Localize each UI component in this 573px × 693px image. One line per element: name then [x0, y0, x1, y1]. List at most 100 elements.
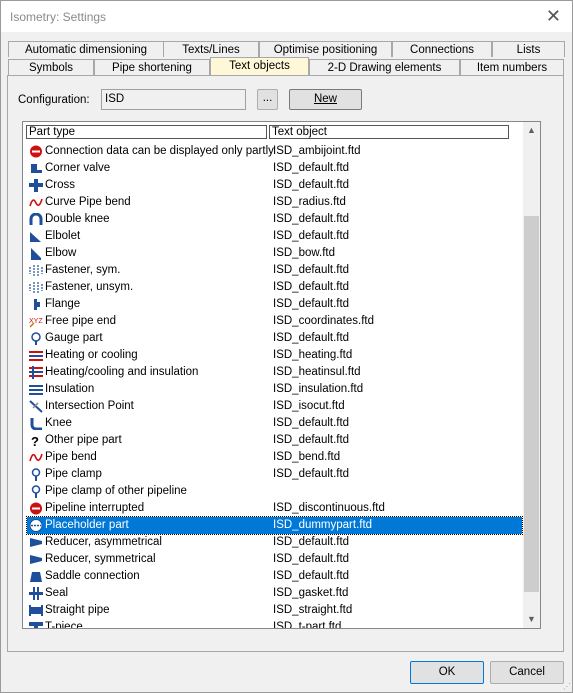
text-object-cell: ISD_isocut.ftd: [273, 400, 345, 412]
list-item[interactable]: T-piece ISD_t-part.ftd: [27, 619, 522, 629]
tab-symbols[interactable]: Symbols: [8, 59, 94, 75]
part-type-cell: Connection data can be displayed only pa…: [45, 145, 274, 157]
list-item[interactable]: Heating or cooling ISD_heating.ftd: [27, 347, 522, 364]
scroll-thumb[interactable]: [524, 216, 539, 592]
list-item[interactable]: Intersection Point ISD_isocut.ftd: [27, 398, 522, 415]
text-object-cell: ISD_default.ftd: [273, 281, 350, 293]
tab-connections[interactable]: Connections: [392, 41, 492, 57]
list-item[interactable]: Insulation ISD_insulation.ftd: [27, 381, 522, 398]
part-type-list[interactable]: Part type Text object Connection data ca…: [22, 121, 541, 629]
flange-icon: [29, 298, 43, 311]
tab-pipe-shortening[interactable]: Pipe shortening: [94, 59, 210, 75]
list-item[interactable]: Cross ISD_default.ftd: [27, 177, 522, 194]
new-button[interactable]: New: [289, 89, 362, 110]
list-item[interactable]: Fastener, sym. ISD_default.ftd: [27, 262, 522, 279]
pipe-clamp-icon: [29, 485, 43, 498]
close-icon[interactable]: ✕: [546, 6, 561, 26]
part-type-cell: Pipe clamp of other pipeline: [45, 485, 187, 497]
list-item[interactable]: Saddle connection ISD_default.ftd: [27, 568, 522, 585]
part-type-cell: Fastener, sym.: [45, 264, 121, 276]
column-header-text-object[interactable]: Text object: [269, 125, 509, 139]
list-item[interactable]: Gauge part ISD_default.ftd: [27, 330, 522, 347]
list-item[interactable]: Elbolet ISD_default.ftd: [27, 228, 522, 245]
list-item[interactable]: Pipe clamp of other pipeline: [27, 483, 522, 500]
saddle-icon: [29, 570, 43, 583]
list-item[interactable]: Pipe clamp ISD_default.ftd: [27, 466, 522, 483]
text-object-cell: ISD_heating.ftd: [273, 349, 353, 361]
list-item[interactable]: Elbow ISD_bow.ftd: [27, 245, 522, 262]
browse-button[interactable]: ...: [257, 89, 278, 110]
cross-icon: [29, 179, 43, 192]
configuration-field[interactable]: ISD: [101, 89, 246, 110]
gauge-icon: [29, 332, 43, 345]
part-type-cell: Knee: [45, 417, 72, 429]
list-item[interactable]: Pipe bend ISD_bend.ftd: [27, 449, 522, 466]
column-header-part-type[interactable]: Part type: [26, 125, 267, 139]
text-object-cell: ISD_default.ftd: [273, 213, 350, 225]
part-type-cell: Corner valve: [45, 162, 111, 174]
tab-optimise-positioning[interactable]: Optimise positioning: [259, 41, 392, 57]
cancel-button[interactable]: Cancel: [490, 661, 564, 684]
list-item[interactable]: XYZ Free pipe end ISD_coordinates.ftd: [27, 313, 522, 330]
resize-grip-icon[interactable]: ⋰: [563, 682, 571, 691]
tee-icon: [29, 621, 43, 628]
list-item[interactable]: Placeholder part ISD_dummypart.ftd: [26, 516, 523, 535]
placeholder-icon: [29, 519, 43, 532]
list-item[interactable]: Reducer, asymmetrical ISD_default.ftd: [27, 534, 522, 551]
tab-texts-lines[interactable]: Texts/Lines: [163, 41, 259, 57]
tab-lists[interactable]: Lists: [492, 41, 565, 57]
elbolet-icon: [29, 230, 43, 243]
svg-text:XYZ: XYZ: [29, 318, 43, 325]
text-object-cell: ISD_default.ftd: [273, 417, 350, 429]
list-item[interactable]: ? Other pipe part ISD_default.ftd: [27, 432, 522, 449]
title-bar: Isometry: Settings ✕: [1, 1, 572, 32]
scroll-up-icon[interactable]: ▲: [523, 122, 540, 139]
text-object-cell: ISD_default.ftd: [273, 434, 350, 446]
tab-item-numbers[interactable]: Item numbers: [460, 59, 564, 75]
heating-insul-icon: [29, 366, 43, 379]
window-title: Isometry: Settings: [10, 10, 107, 24]
list-item[interactable]: Curve Pipe bend ISD_radius.ftd: [27, 194, 522, 211]
svg-text:?: ?: [31, 434, 39, 447]
pipe-end-icon: XYZ: [29, 315, 43, 328]
list-item[interactable]: Seal ISD_gasket.ftd: [27, 585, 522, 602]
list-item[interactable]: Reducer, symmetrical ISD_default.ftd: [27, 551, 522, 568]
list-item[interactable]: Flange ISD_default.ftd: [27, 296, 522, 313]
scroll-down-icon[interactable]: ▼: [523, 611, 540, 628]
part-type-cell: Double knee: [45, 213, 110, 225]
list-item[interactable]: Double knee ISD_default.ftd: [27, 211, 522, 228]
seal-icon: [29, 587, 43, 600]
configuration-label: Configuration:: [18, 94, 90, 106]
list-item[interactable]: Connection data can be displayed only pa…: [27, 143, 522, 160]
list-item[interactable]: Heating/cooling and insulation ISD_heatin…: [27, 364, 522, 381]
pipe-bend-icon: [29, 451, 43, 464]
part-type-cell: Straight pipe: [45, 604, 110, 616]
part-type-cell: Fastener, unsym.: [45, 281, 134, 293]
text-object-cell: ISD_t-part.ftd: [273, 621, 342, 629]
part-type-cell: Reducer, asymmetrical: [45, 536, 162, 548]
list-item[interactable]: Knee ISD_default.ftd: [27, 415, 522, 432]
part-type-cell: Placeholder part: [45, 519, 129, 531]
tab-automatic-dimensioning[interactable]: Automatic dimensioning: [8, 41, 164, 57]
ok-button[interactable]: OK: [410, 661, 484, 684]
text-object-cell: ISD_discontinuous.ftd: [273, 502, 385, 514]
list-item[interactable]: Straight pipe ISD_straight.ftd: [27, 602, 522, 619]
text-object-cell: ISD_default.ftd: [273, 536, 350, 548]
list-item[interactable]: Fastener, unsym. ISD_default.ftd: [27, 279, 522, 296]
fastener-icon: [29, 264, 43, 277]
intersection-icon: [29, 400, 43, 413]
vertical-scrollbar[interactable]: ▲ ▼: [523, 122, 540, 628]
text-object-cell: ISD_insulation.ftd: [273, 383, 364, 395]
part-type-cell: Flange: [45, 298, 81, 310]
part-type-cell: Heating or cooling: [45, 349, 138, 361]
part-type-cell: Free pipe end: [45, 315, 116, 327]
new-button-label: New: [313, 93, 337, 105]
tab-2-d-drawing-elements[interactable]: 2-D Drawing elements: [309, 59, 460, 75]
tab-text-objects[interactable]: Text objects: [210, 57, 309, 75]
part-type-cell: T-piece: [45, 621, 83, 629]
part-type-cell: Pipe bend: [45, 451, 97, 463]
list-item[interactable]: Pipeline interrupted ISD_discontinuous.ft…: [27, 500, 522, 517]
text-object-cell: ISD_coordinates.ftd: [273, 315, 375, 327]
text-object-cell: ISD_bend.ftd: [273, 451, 341, 463]
list-item[interactable]: Corner valve ISD_default.ftd: [27, 160, 522, 177]
